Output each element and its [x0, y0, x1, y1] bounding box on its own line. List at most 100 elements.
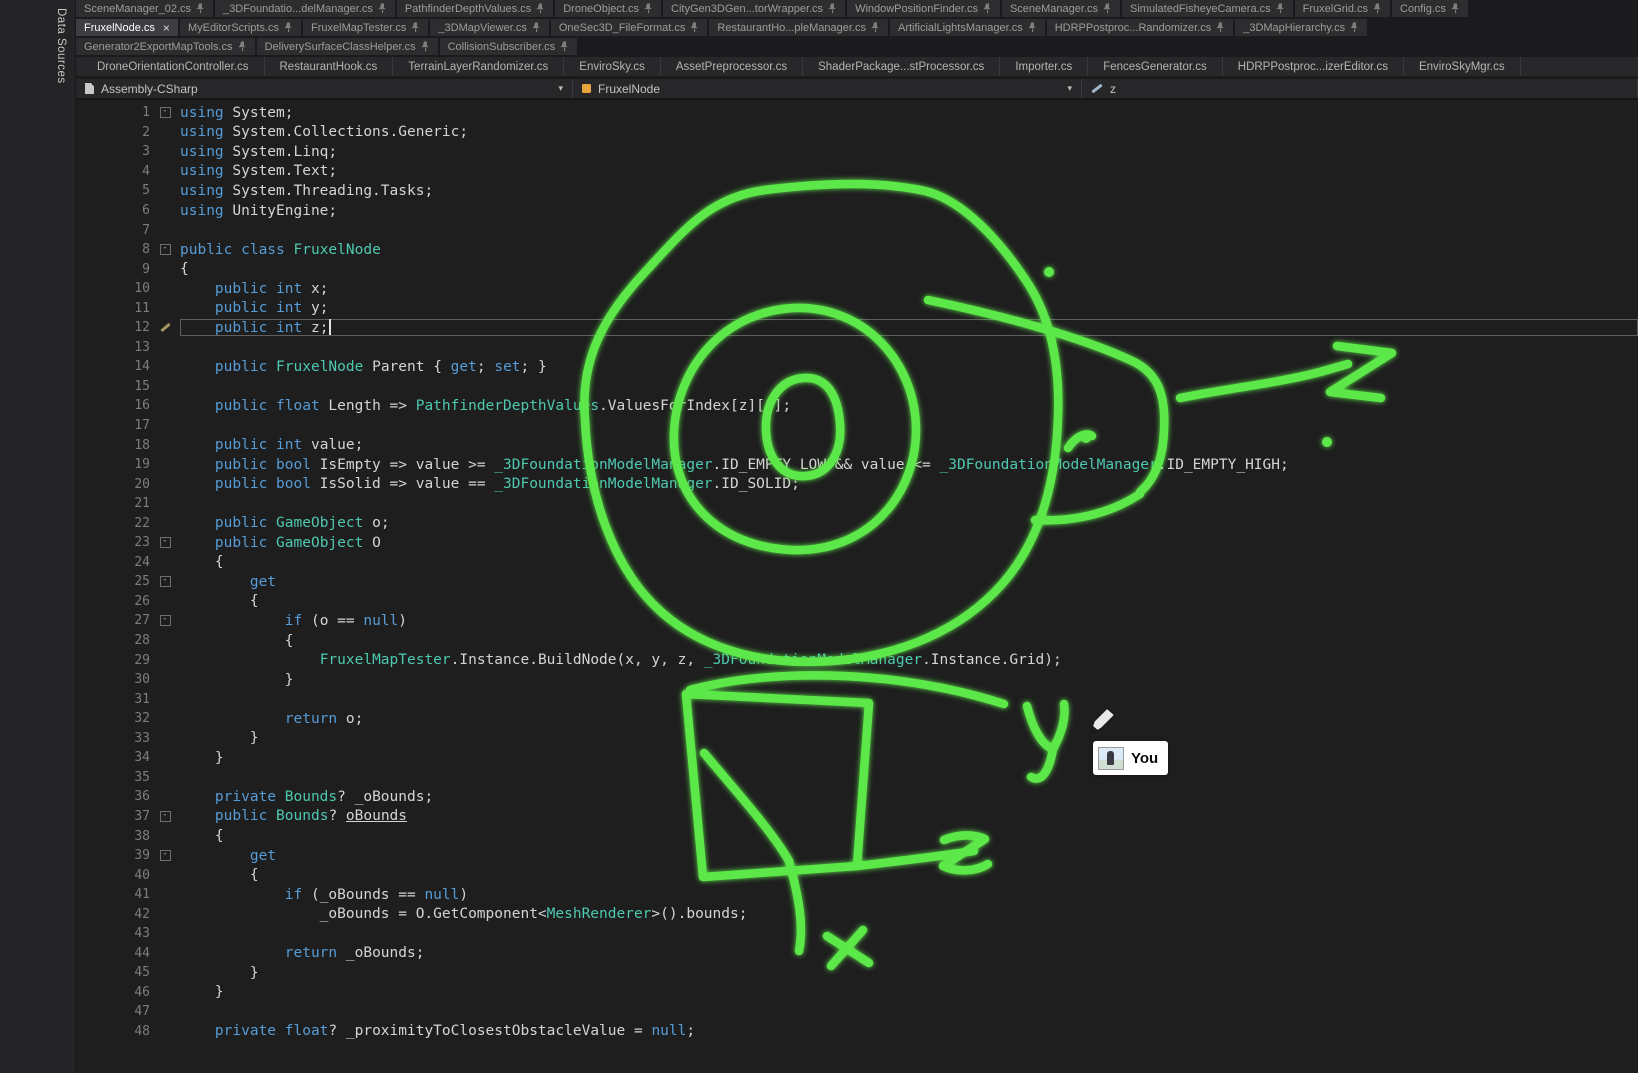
fold-toggle-icon[interactable]: - [160, 576, 171, 587]
code-line[interactable]: 14 public FruxelNode Parent { get; set; … [76, 357, 1638, 377]
pin-icon[interactable] [411, 22, 420, 33]
editor-tab[interactable]: TerrainLayerRandomizer.cs [393, 57, 564, 76]
pin-icon[interactable] [1451, 3, 1460, 14]
editor-tab[interactable]: Generator2ExportMapTools.cs [76, 38, 255, 55]
pin-icon[interactable] [536, 3, 545, 14]
editor-tab[interactable]: _3DMapViewer.cs [430, 19, 548, 36]
code-line[interactable]: 46 } [76, 983, 1638, 1003]
code-line[interactable]: 3using System.Linq; [76, 142, 1638, 162]
editor-tab[interactable]: CityGen3DGen...torWrapper.cs [663, 0, 845, 17]
code-line[interactable]: 35 [76, 768, 1638, 788]
editor-tab[interactable]: FruxelMapTester.cs [303, 19, 428, 36]
code-line[interactable]: 32 return o; [76, 709, 1638, 729]
code-line[interactable]: 9{ [76, 259, 1638, 279]
code-line[interactable]: 7 [76, 220, 1638, 240]
fold-toggle-icon[interactable]: - [160, 615, 171, 626]
editor-tab[interactable]: OneSec3D_FileFormat.cs [551, 19, 708, 36]
editor-tab[interactable]: DeliverySurfaceClassHelper.cs [257, 38, 438, 55]
pin-icon[interactable] [238, 41, 247, 52]
editor-tab[interactable]: EnviroSky.cs [564, 57, 661, 76]
pin-icon[interactable] [560, 41, 569, 52]
code-line[interactable]: 39- get [76, 846, 1638, 866]
close-icon[interactable]: × [163, 23, 170, 33]
editor-tab[interactable]: ArtificialLightsManager.cs [890, 19, 1045, 36]
fold-toggle-icon[interactable]: - [160, 244, 171, 255]
code-line[interactable]: 8-public class FruxelNode [76, 240, 1638, 260]
code-line[interactable]: 26 { [76, 592, 1638, 612]
pin-icon[interactable] [644, 3, 653, 14]
code-line[interactable]: 4using System.Text; [76, 162, 1638, 182]
editor-tab[interactable]: _3DFoundatio...delManager.cs [215, 0, 395, 17]
code-line[interactable]: 13 [76, 338, 1638, 358]
type-dropdown[interactable]: FruxelNode ▾ [573, 79, 1082, 98]
pin-icon[interactable] [532, 22, 541, 33]
code-line[interactable]: 45 } [76, 963, 1638, 983]
member-dropdown[interactable]: z [1082, 79, 1638, 98]
code-line[interactable]: 48 private float? _proximityToClosestObs… [76, 1022, 1638, 1042]
code-line[interactable]: 23- public GameObject O [76, 533, 1638, 553]
editor-tab[interactable]: MyEditorScripts.cs [180, 19, 301, 36]
editor-tab[interactable]: SimulatedFisheyeCamera.cs [1122, 0, 1293, 17]
editor-tab[interactable]: WindowPositionFinder.cs [847, 0, 1000, 17]
pin-icon[interactable] [1028, 22, 1037, 33]
code-line[interactable]: 25- get [76, 572, 1638, 592]
project-dropdown[interactable]: Assembly-CSharp ▾ [76, 79, 573, 98]
pin-icon[interactable] [1216, 22, 1225, 33]
code-line[interactable]: 33 } [76, 729, 1638, 749]
code-line[interactable]: 18 public int value; [76, 435, 1638, 455]
editor-tab[interactable]: SceneManager_02.cs [76, 0, 213, 17]
pin-icon[interactable] [983, 3, 992, 14]
editor-tab[interactable]: Importer.cs [1000, 57, 1088, 76]
editor-tab[interactable]: PathfinderDepthValues.cs [397, 0, 553, 17]
fold-toggle-icon[interactable]: - [160, 537, 171, 548]
editor-tab[interactable]: EnviroSkyMgr.cs [1404, 57, 1521, 76]
editor-tab[interactable]: HDRPPostproc...Randomizer.cs [1047, 19, 1234, 36]
code-editor[interactable]: 1-using System;2using System.Collections… [76, 100, 1638, 1073]
editor-tab[interactable]: RestaurantHo...pleManager.cs [709, 19, 888, 36]
code-line[interactable]: 6using UnityEngine; [76, 201, 1638, 221]
pin-icon[interactable] [378, 3, 387, 14]
code-line[interactable]: 17 [76, 416, 1638, 436]
code-line[interactable]: 15 [76, 377, 1638, 397]
code-line[interactable]: 21 [76, 494, 1638, 514]
pin-icon[interactable] [690, 22, 699, 33]
editor-tab[interactable]: DroneOrientationController.cs [82, 57, 265, 76]
code-line[interactable]: 20 public bool IsSolid => value == _3DFo… [76, 474, 1638, 494]
editor-tab[interactable]: ShaderPackage...stProcessor.cs [803, 57, 1000, 76]
code-line[interactable]: 29 FruxelMapTester.Instance.BuildNode(x,… [76, 650, 1638, 670]
code-line[interactable]: 40 { [76, 865, 1638, 885]
code-line[interactable]: 30 } [76, 670, 1638, 690]
pin-icon[interactable] [1373, 3, 1382, 14]
pin-icon[interactable] [284, 22, 293, 33]
data-sources-tool-tab[interactable]: Data Sources [55, 8, 67, 84]
pin-icon[interactable] [1350, 22, 1359, 33]
fold-toggle-icon[interactable]: - [160, 850, 171, 861]
editor-tab[interactable]: Config.cs [1392, 0, 1468, 17]
code-line[interactable]: 1-using System; [76, 103, 1638, 123]
pin-icon[interactable] [196, 3, 205, 14]
code-line[interactable]: 28 { [76, 631, 1638, 651]
editor-tab[interactable]: SceneManager.cs [1002, 0, 1120, 17]
pin-icon[interactable] [828, 3, 837, 14]
code-line[interactable]: 27- if (o == null) [76, 611, 1638, 631]
editor-tab[interactable]: FruxelNode.cs× [76, 19, 178, 36]
code-line[interactable]: 37- public Bounds? oBounds [76, 807, 1638, 827]
code-line[interactable]: 19 public bool IsEmpty => value >= _3DFo… [76, 455, 1638, 475]
code-line[interactable]: 10 public int x; [76, 279, 1638, 299]
pin-icon[interactable] [1276, 3, 1285, 14]
editor-tab[interactable]: FencesGenerator.cs [1088, 57, 1223, 76]
code-line[interactable]: 44 return _oBounds; [76, 944, 1638, 964]
code-line[interactable]: 38 { [76, 826, 1638, 846]
code-line[interactable]: 47 [76, 1002, 1638, 1022]
editor-tab[interactable]: _3DMapHierarchy.cs [1235, 19, 1367, 36]
code-line[interactable]: 34 } [76, 748, 1638, 768]
code-line[interactable]: 42 _oBounds = O.GetComponent<MeshRendere… [76, 904, 1638, 924]
code-line[interactable]: 5using System.Threading.Tasks; [76, 181, 1638, 201]
code-line[interactable]: 31 [76, 689, 1638, 709]
editor-tab[interactable]: HDRPPostproc...izerEditor.cs [1223, 57, 1404, 76]
editor-tab[interactable]: CollisionSubscriber.cs [440, 38, 578, 55]
fold-toggle-icon[interactable]: - [160, 811, 171, 822]
fold-toggle-icon[interactable]: - [160, 107, 171, 118]
code-line[interactable]: 22 public GameObject o; [76, 513, 1638, 533]
code-line[interactable]: 2using System.Collections.Generic; [76, 123, 1638, 143]
